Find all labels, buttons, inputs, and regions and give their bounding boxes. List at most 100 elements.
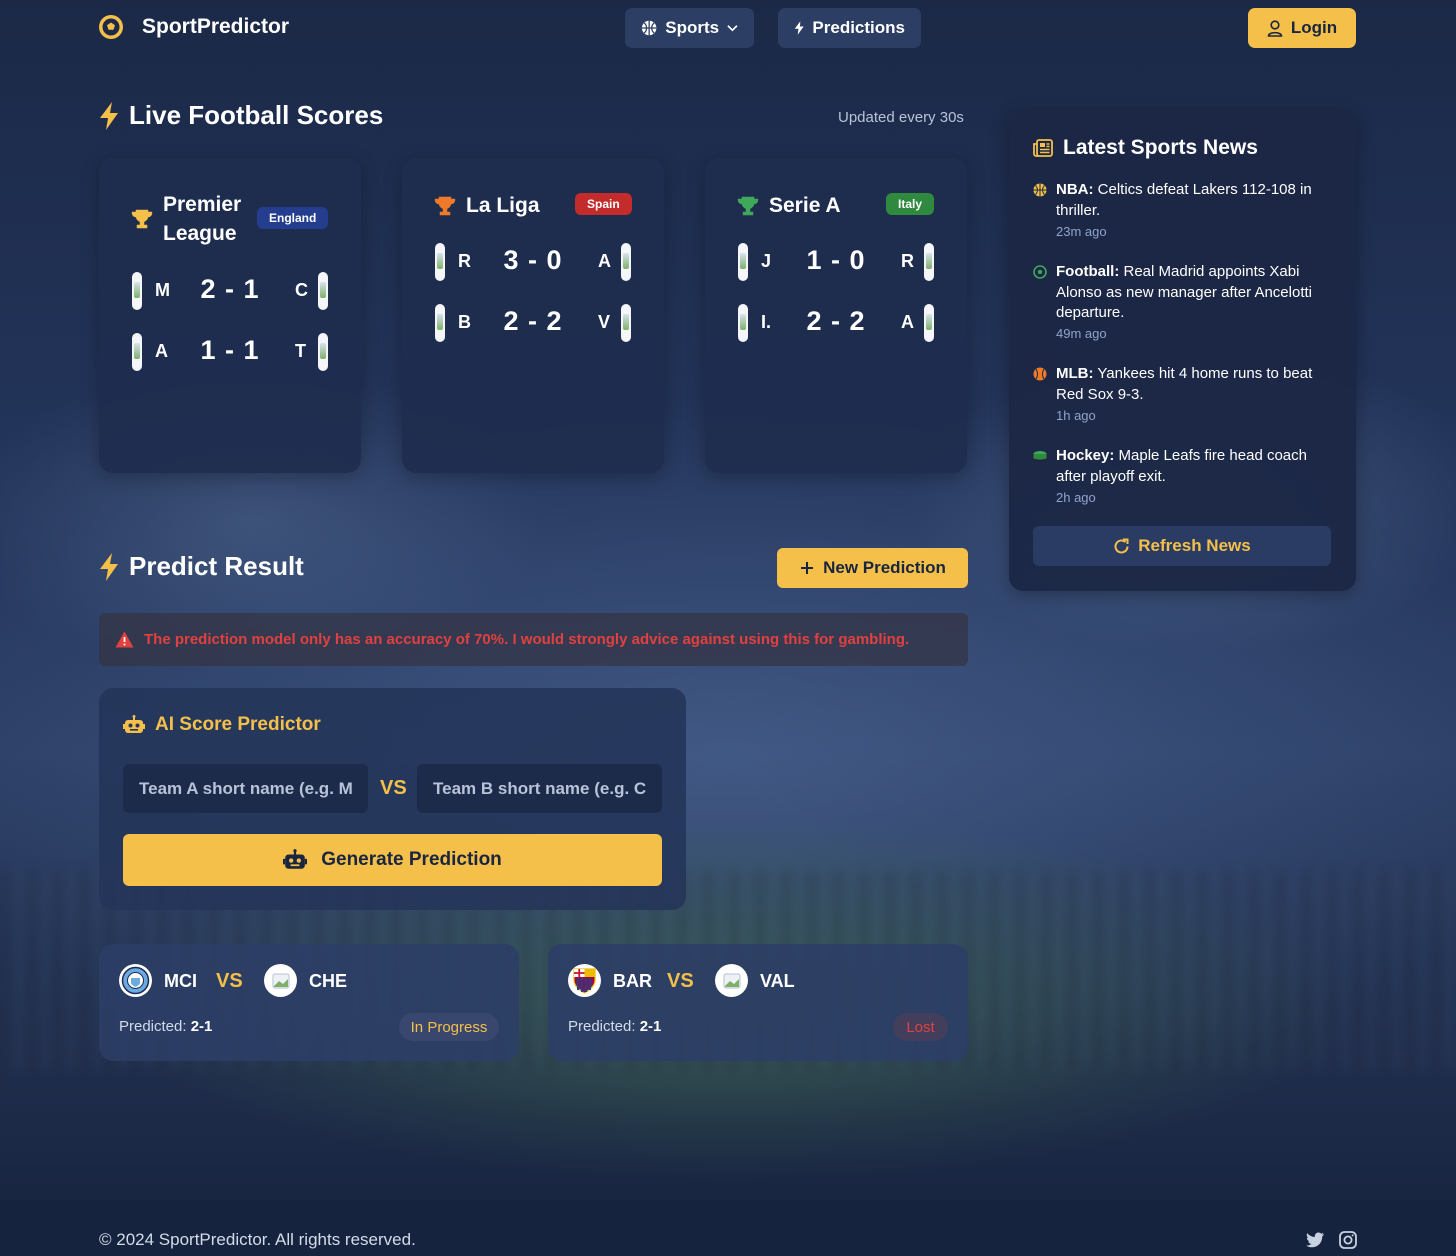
new-prediction-button[interactable]: New Prediction: [777, 548, 968, 588]
league-name: Premier League: [163, 193, 242, 245]
team-a-logo: [119, 964, 152, 997]
hockey-puck-icon: [1033, 451, 1047, 460]
news-time: 23m ago: [1056, 224, 1107, 239]
vs-label: VS: [667, 970, 694, 992]
news-time: 49m ago: [1056, 326, 1107, 341]
sports-label: Sports: [665, 18, 720, 37]
away-team: C: [295, 280, 308, 300]
news-title: Latest Sports News: [1063, 136, 1258, 159]
accuracy-warning: The prediction model only has an accurac…: [99, 613, 968, 666]
match-row[interactable]: M 2 - 1 C: [129, 272, 331, 310]
away-team: V: [598, 312, 611, 332]
sports-dropdown-button[interactable]: Sports: [625, 8, 754, 48]
news-text: MLB: Yankees hit 4 home runs to beat Red…: [1056, 365, 1313, 403]
top-navbar: SportPredictor Sports Predictions Login: [0, 0, 1456, 56]
team-b-logo: [715, 964, 748, 997]
team-a-input[interactable]: [123, 764, 368, 813]
refresh-news-button[interactable]: Refresh News: [1033, 526, 1331, 566]
league-card-la-liga[interactable]: La Liga Spain R 3 - 0 A B 2 - 2 V: [402, 158, 664, 473]
live-scores-title: Live Football Scores: [129, 100, 384, 130]
trophy-icon: [434, 196, 456, 215]
login-button[interactable]: Login: [1248, 8, 1356, 48]
match-row[interactable]: A 1 - 1 T: [129, 333, 331, 371]
team-a-name: BAR: [613, 971, 652, 991]
league-card-premier-league[interactable]: Premier League England M 2 - 1 C A 1 - 1…: [99, 158, 361, 473]
team-b-name: VAL: [760, 971, 795, 991]
team-b-input[interactable]: [417, 764, 662, 813]
team-a-logo: [568, 964, 601, 997]
news-text: Football: Real Madrid appoints Xabi Alon…: [1056, 263, 1312, 321]
league-name: Serie A: [769, 194, 841, 217]
league-header: La Liga: [434, 191, 540, 220]
generate-prediction-button[interactable]: Generate Prediction: [123, 834, 662, 886]
prediction-card[interactable]: BAR VS VAL Predicted: 2-1 Lost: [548, 944, 968, 1061]
instagram-icon[interactable]: [1338, 1230, 1358, 1250]
away-team-logo: [621, 304, 631, 342]
predicted-score: Predicted: 2-1: [568, 1018, 662, 1035]
new-prediction-label: New Prediction: [823, 558, 946, 577]
league-name: La Liga: [466, 194, 540, 217]
basketball-icon: [1033, 183, 1047, 197]
ai-predictor-title: AI Score Predictor: [155, 714, 321, 735]
team-a-name: MCI: [164, 971, 197, 991]
match-row[interactable]: B 2 - 2 V: [432, 304, 634, 342]
user-icon: [1267, 19, 1283, 37]
copyright-text: © 2024 SportPredictor. All rights reserv…: [99, 1230, 416, 1249]
chevron-down-icon: [727, 25, 738, 32]
league-header: Serie A: [737, 191, 841, 220]
league-card-serie-a[interactable]: Serie A Italy J 1 - 0 R I. 2 - 2 A: [705, 158, 967, 473]
status-badge: Lost: [893, 1013, 948, 1041]
soccer-ball-icon: [99, 15, 123, 39]
generate-prediction-label: Generate Prediction: [321, 849, 502, 870]
vs-label: VS: [380, 777, 407, 799]
plus-icon: [801, 562, 814, 574]
broken-image-icon: [723, 973, 740, 988]
news-heading: Latest Sports News: [1033, 136, 1258, 160]
team-b-name: CHE: [309, 971, 348, 991]
trophy-icon: [131, 209, 153, 229]
update-interval-text: Updated every 30s: [838, 109, 964, 126]
soccer-ball-icon: [1033, 265, 1047, 279]
latest-news-panel: Latest Sports News NBA: Celtics defeat L…: [1009, 110, 1356, 591]
predictions-nav-button[interactable]: Predictions: [778, 8, 921, 48]
news-text: Hockey: Maple Leafs fire head coach afte…: [1056, 447, 1307, 485]
ai-predictor-heading: AI Score Predictor: [123, 714, 321, 736]
refresh-news-label: Refresh News: [1138, 536, 1251, 555]
lightning-icon: [100, 101, 118, 130]
predicted-score: Predicted: 2-1: [119, 1018, 213, 1035]
predictions-label: Predictions: [812, 18, 905, 37]
lightning-icon: [794, 21, 804, 35]
brand-name: SportPredictor: [142, 15, 290, 38]
live-scores-heading: Live Football Scores: [99, 100, 383, 131]
basketball-icon: [641, 20, 657, 36]
country-badge: England: [257, 207, 329, 229]
league-header: Premier League: [131, 190, 241, 248]
away-team-logo: [621, 243, 631, 281]
country-badge: Italy: [886, 193, 935, 215]
away-team-logo: [318, 272, 328, 310]
news-time: 2h ago: [1056, 490, 1096, 505]
prediction-card[interactable]: MCI VS CHE Predicted: 2-1 In Progress: [99, 944, 519, 1061]
club-crest-icon: [121, 966, 150, 995]
away-team: R: [901, 251, 914, 271]
match-row[interactable]: R 3 - 0 A: [432, 243, 634, 281]
footer: © 2024 SportPredictor. All rights reserv…: [0, 1200, 1456, 1256]
refresh-icon: [1114, 538, 1129, 553]
brand[interactable]: SportPredictor: [98, 14, 289, 40]
vs-label: VS: [216, 970, 243, 992]
status-badge: In Progress: [399, 1013, 499, 1041]
robot-icon: [283, 849, 308, 869]
twitter-icon[interactable]: [1305, 1230, 1325, 1250]
away-team: A: [901, 312, 914, 332]
warning-icon: [115, 631, 134, 648]
match-row[interactable]: J 1 - 0 R: [735, 243, 937, 281]
broken-image-icon: [272, 973, 289, 988]
team-b-logo: [264, 964, 297, 997]
match-row[interactable]: I. 2 - 2 A: [735, 304, 937, 342]
away-team: A: [598, 251, 611, 271]
away-team-logo: [318, 333, 328, 371]
robot-icon: [123, 715, 145, 733]
club-crest-icon: [573, 968, 596, 994]
news-time: 1h ago: [1056, 408, 1096, 423]
ai-score-predictor: AI Score Predictor VS Generate Predictio…: [99, 688, 686, 910]
